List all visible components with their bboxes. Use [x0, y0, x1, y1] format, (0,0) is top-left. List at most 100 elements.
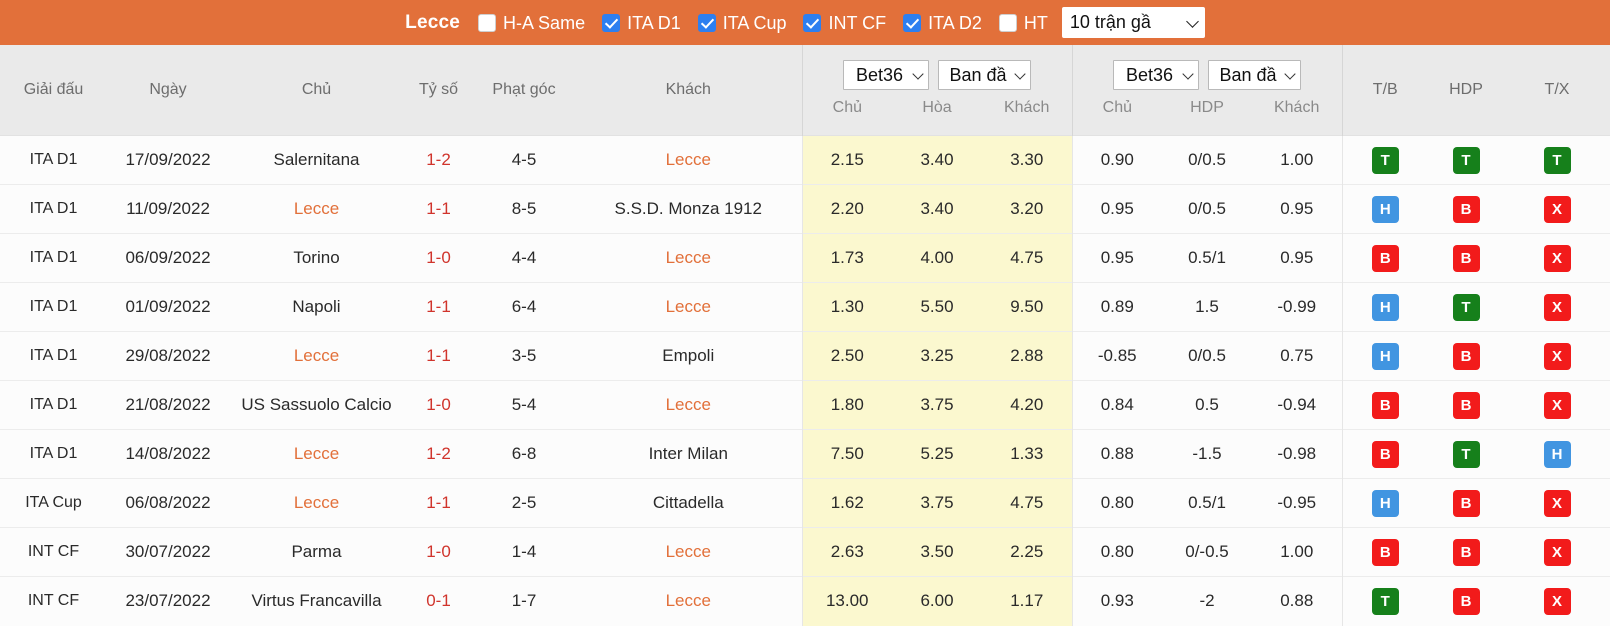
cell-date: 01/09/2022 — [107, 282, 229, 332]
table-row[interactable]: ITA D1 17/09/2022 Salernitana 1-2 4-5 Lecce 2.… — [0, 135, 1610, 185]
checkbox-ha-same[interactable] — [478, 13, 497, 32]
cell-odds-home: 7.50 — [801, 429, 892, 479]
status-badge: T — [1452, 146, 1480, 174]
cell-home-team: Salernitana — [229, 135, 404, 185]
cell-score: 1-0 — [404, 527, 473, 577]
table-row[interactable]: ITA D1 06/09/2022 Torino 1-0 4-4 Lecce 1.73 4.0… — [0, 233, 1610, 283]
cell-away-team: Lecce — [575, 135, 802, 185]
cell-badge-tx: X — [1504, 184, 1610, 234]
column-header-away[interactable]: Khách — [575, 45, 802, 136]
status-badge: B — [1452, 391, 1480, 419]
checkbox-ita-cup[interactable] — [697, 13, 716, 32]
cell-ah-away: 1.00 — [1252, 527, 1342, 577]
cell-date: 06/09/2022 — [107, 233, 229, 283]
cell-date: 29/08/2022 — [107, 331, 229, 381]
cell-odds-draw: 4.00 — [892, 233, 982, 283]
cell-league: INT CF — [0, 527, 107, 577]
filter-ita-cup[interactable]: ITA Cup — [697, 13, 786, 32]
status-badge: B — [1452, 489, 1480, 517]
status-badge: X — [1543, 489, 1571, 517]
status-badge: X — [1543, 244, 1571, 272]
column-header-league[interactable]: Giải đấu — [0, 45, 107, 136]
cell-odds-draw: 3.40 — [892, 135, 982, 185]
cell-ah-home: 0.90 — [1071, 135, 1162, 185]
column-header-score[interactable]: Tỷ số — [404, 45, 473, 136]
cell-league: ITA D1 — [0, 135, 107, 185]
cell-badge-tb: B — [1341, 380, 1428, 430]
status-badge: B — [1452, 342, 1480, 370]
column-header-tx[interactable]: T/X — [1504, 45, 1610, 136]
filter-ita-d2[interactable]: ITA D2 — [903, 13, 982, 32]
bookmaker-value-1x2: Bet36 — [855, 64, 904, 85]
cell-ah-hdp: 0.5/1 — [1162, 478, 1252, 528]
cell-odds-away: 3.30 — [982, 135, 1072, 185]
table-row[interactable]: ITA D1 14/08/2022 Lecce 1-2 6-8 Inter Milan 7.… — [0, 429, 1610, 479]
chevron-down-icon — [912, 68, 924, 80]
cell-home-team: Lecce — [229, 184, 404, 234]
cell-odds-away: 4.75 — [982, 233, 1072, 283]
cell-odds-draw: 6.00 — [892, 576, 982, 626]
cell-ah-hdp: 0/0.5 — [1162, 184, 1252, 234]
cell-score: 1-2 — [404, 429, 473, 479]
status-badge: H — [1371, 489, 1399, 517]
cell-badge-tx: X — [1504, 527, 1610, 577]
cell-ah-away: -0.98 — [1252, 429, 1342, 479]
cell-badge-tb: T — [1341, 576, 1428, 626]
table-row[interactable]: ITA D1 29/08/2022 Lecce 1-1 3-5 Empoli 2.50 3.2… — [0, 331, 1610, 381]
cell-ah-hdp: 0.5/1 — [1162, 233, 1252, 283]
table-row[interactable]: ITA D1 11/09/2022 Lecce 1-1 8-5 S.S.D. Monza … — [0, 184, 1610, 234]
checkbox-ita-d1[interactable] — [602, 13, 621, 32]
cell-ah-hdp: -2 — [1162, 576, 1252, 626]
table-row[interactable]: ITA Cup 06/08/2022 Lecce 1-1 2-5 Cittadella 1.… — [0, 478, 1610, 528]
odds-type-select-ah[interactable]: Ban đầ — [1208, 60, 1301, 90]
filter-ht[interactable]: HT — [998, 13, 1048, 32]
odds-group-asian-handicap: Bet36 Ban đầ Chủ HDP Khách — [1071, 45, 1342, 136]
cell-badge-tx: X — [1504, 233, 1610, 283]
cell-league: ITA Cup — [0, 478, 107, 528]
column-header-date[interactable]: Ngày — [107, 45, 229, 136]
filter-int-cf[interactable]: INT CF — [803, 13, 886, 32]
odds-type-select-1x2[interactable]: Ban đầ — [938, 60, 1031, 90]
checkbox-ht[interactable] — [998, 13, 1017, 32]
bookmaker-select-1x2[interactable]: Bet36 — [843, 60, 929, 90]
table-header-row: Giải đấu Ngày Chủ Tỷ số Phạt góc Khách B… — [0, 45, 1610, 136]
checkbox-int-cf[interactable] — [803, 13, 822, 32]
status-badge: B — [1371, 244, 1399, 272]
cell-away-team: Lecce — [575, 233, 802, 283]
cell-badge-tx: H — [1504, 429, 1610, 479]
subheader-1x2-away: Khách — [1003, 99, 1050, 116]
cell-corner: 2-5 — [473, 478, 575, 528]
cell-badge-tb: B — [1341, 429, 1428, 479]
status-badge: X — [1543, 391, 1571, 419]
cell-badge-hdp: T — [1428, 282, 1504, 332]
column-header-tb[interactable]: T/B — [1341, 45, 1428, 136]
table-row[interactable]: ITA D1 21/08/2022 US Sassuolo Calcio 1-0 5-4… — [0, 380, 1610, 430]
filter-ha-same[interactable]: H-A Same — [478, 12, 586, 33]
cell-corner: 6-4 — [473, 282, 575, 332]
column-header-corner[interactable]: Phạt góc — [473, 45, 575, 136]
table-row[interactable]: ITA D1 01/09/2022 Napoli 1-1 6-4 Lecce 1.30 5.5… — [0, 282, 1610, 332]
cell-corner: 4-4 — [473, 233, 575, 283]
table-row[interactable]: INT CF 23/07/2022 Virtus Francavilla 0-1 1-7… — [0, 576, 1610, 626]
checkbox-ita-d2[interactable] — [903, 13, 922, 32]
cell-home-team: US Sassuolo Calcio — [229, 380, 404, 430]
cell-date: 17/09/2022 — [107, 135, 229, 185]
column-header-hdp[interactable]: HDP — [1428, 45, 1504, 136]
cell-ah-home: 0.80 — [1071, 527, 1162, 577]
cell-badge-hdp: T — [1428, 135, 1504, 185]
filter-ita-d1[interactable]: ITA D1 — [602, 13, 681, 32]
filter-label-ha-same: H-A Same — [503, 12, 586, 33]
cell-ah-away: 0.75 — [1252, 331, 1342, 381]
column-header-home[interactable]: Chủ — [229, 45, 404, 136]
status-badge: X — [1543, 538, 1571, 566]
subheader-ah-away: Khách — [1273, 99, 1320, 116]
cell-away-team: Empoli — [575, 331, 802, 381]
cell-odds-home: 13.00 — [801, 576, 892, 626]
bookmaker-select-ah[interactable]: Bet36 — [1113, 60, 1199, 90]
cell-odds-home: 1.80 — [801, 380, 892, 430]
cell-away-team: Inter Milan — [575, 429, 802, 479]
match-count-select[interactable]: 10 trận gầ — [1061, 7, 1205, 38]
cell-away-team: Cittadella — [575, 478, 802, 528]
cell-badge-tb: T — [1341, 135, 1428, 185]
table-row[interactable]: INT CF 30/07/2022 Parma 1-0 1-4 Lecce 2.63 3.50… — [0, 527, 1610, 577]
